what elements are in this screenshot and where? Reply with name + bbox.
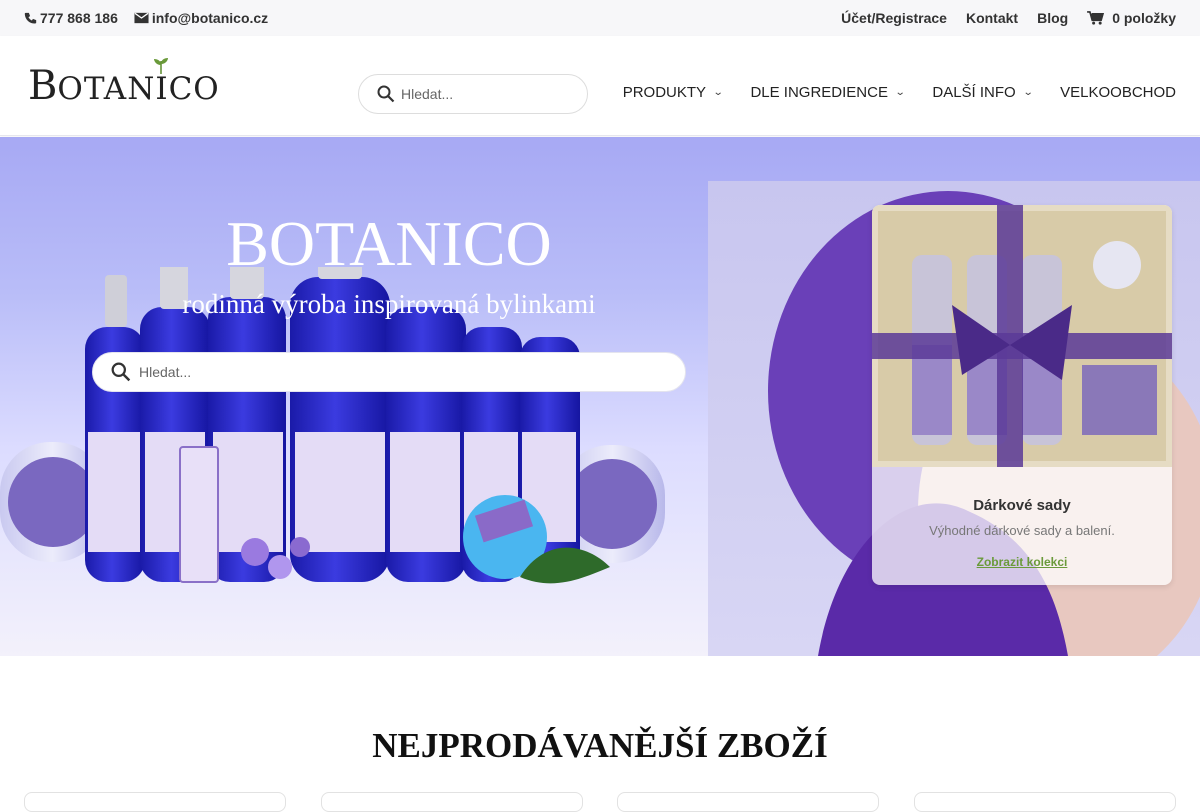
main-nav: PRODUKTY ⌄ DLE INGREDIENCE ⌄ DALŠÍ INFO …: [623, 84, 1176, 101]
hero-banner: BOTANICO rodinná výroba inspirovaná byli…: [0, 137, 1200, 656]
nav-item-dalsi-info[interactable]: DALŠÍ INFO ⌄: [932, 84, 1034, 101]
site-logo[interactable]: B OTAN I CO: [28, 58, 220, 109]
gift-card-description: Výhodné dárkové sady a balení.: [929, 523, 1115, 538]
hero-subtitle: rodinná výroba inspirovaná bylinkami: [182, 289, 596, 319]
email-address: info@botanico.cz: [151, 10, 269, 26]
blog-link[interactable]: Blog: [1037, 10, 1068, 26]
chevron-down-icon: ⌄: [712, 87, 724, 98]
hero-title: BOTANICO: [226, 208, 552, 279]
product-card[interactable]: [24, 792, 286, 812]
contact-link[interactable]: Kontakt: [966, 10, 1018, 26]
chevron-down-icon: ⌄: [894, 87, 906, 98]
logo-text-otan: OTAN: [57, 71, 156, 107]
contact-info: 777 868 186 info@botanico.cz: [24, 10, 268, 26]
search-icon[interactable]: [111, 362, 131, 382]
product-card[interactable]: [914, 792, 1176, 812]
logo-i-text: I: [155, 71, 169, 107]
logo-letter-b: B: [28, 63, 58, 109]
product-card[interactable]: [321, 792, 583, 812]
nav-item-velkoobchod[interactable]: VELKOOBCHOD: [1060, 84, 1176, 101]
cart-count: 0 položky: [1112, 10, 1176, 26]
cart-link[interactable]: 0 položky: [1087, 10, 1176, 26]
phone-link[interactable]: 777 868 186: [24, 10, 118, 26]
search-icon[interactable]: [377, 85, 395, 103]
nav-label: DALŠÍ INFO: [932, 84, 1016, 101]
nav-label: VELKOOBCHOD: [1060, 84, 1176, 101]
header-search[interactable]: [358, 74, 588, 114]
logo-text-co: CO: [168, 71, 220, 107]
hero-search-input[interactable]: [139, 364, 639, 380]
mail-icon: [134, 12, 149, 24]
view-collection-link[interactable]: Zobrazit kolekci: [872, 555, 1172, 569]
cart-icon: [1087, 11, 1105, 25]
bestsellers-heading: NEJPRODÁVANĚJŠÍ ZBOŽÍ: [372, 726, 828, 765]
hero-search[interactable]: [92, 352, 686, 392]
header-search-input[interactable]: [401, 86, 571, 102]
leaf-icon: [154, 58, 169, 74]
product-card[interactable]: [617, 792, 879, 812]
nav-item-dle-ingredience[interactable]: DLE INGREDIENCE ⌄: [750, 84, 906, 101]
gift-card-title: Dárkové sady: [973, 497, 1071, 514]
phone-number: 777 868 186: [40, 10, 118, 26]
top-links: Účet/Registrace Kontakt Blog 0 položky: [841, 10, 1176, 26]
account-link[interactable]: Účet/Registrace: [841, 10, 947, 26]
logo-letter-i: I: [154, 58, 169, 107]
top-bar: 777 868 186 info@botanico.cz Účet/Regist…: [0, 0, 1200, 36]
nav-item-produkty[interactable]: PRODUKTY ⌄: [622, 84, 724, 101]
gift-box-image: [872, 205, 1172, 467]
nav-label: PRODUKTY: [622, 84, 707, 101]
phone-icon: [24, 12, 37, 23]
site-header: B OTAN I CO PRODUKTY ⌄ DLE INGREDIENCE ⌄…: [0, 36, 1200, 136]
product-lineup-image: [0, 267, 665, 584]
nav-label: DLE INGREDIENCE: [750, 84, 888, 101]
chevron-down-icon: ⌄: [1022, 87, 1034, 98]
email-link[interactable]: info@botanico.cz: [134, 10, 268, 26]
gift-sets-card[interactable]: Dárkové sady Výhodné dárkové sady a bale…: [872, 205, 1172, 585]
